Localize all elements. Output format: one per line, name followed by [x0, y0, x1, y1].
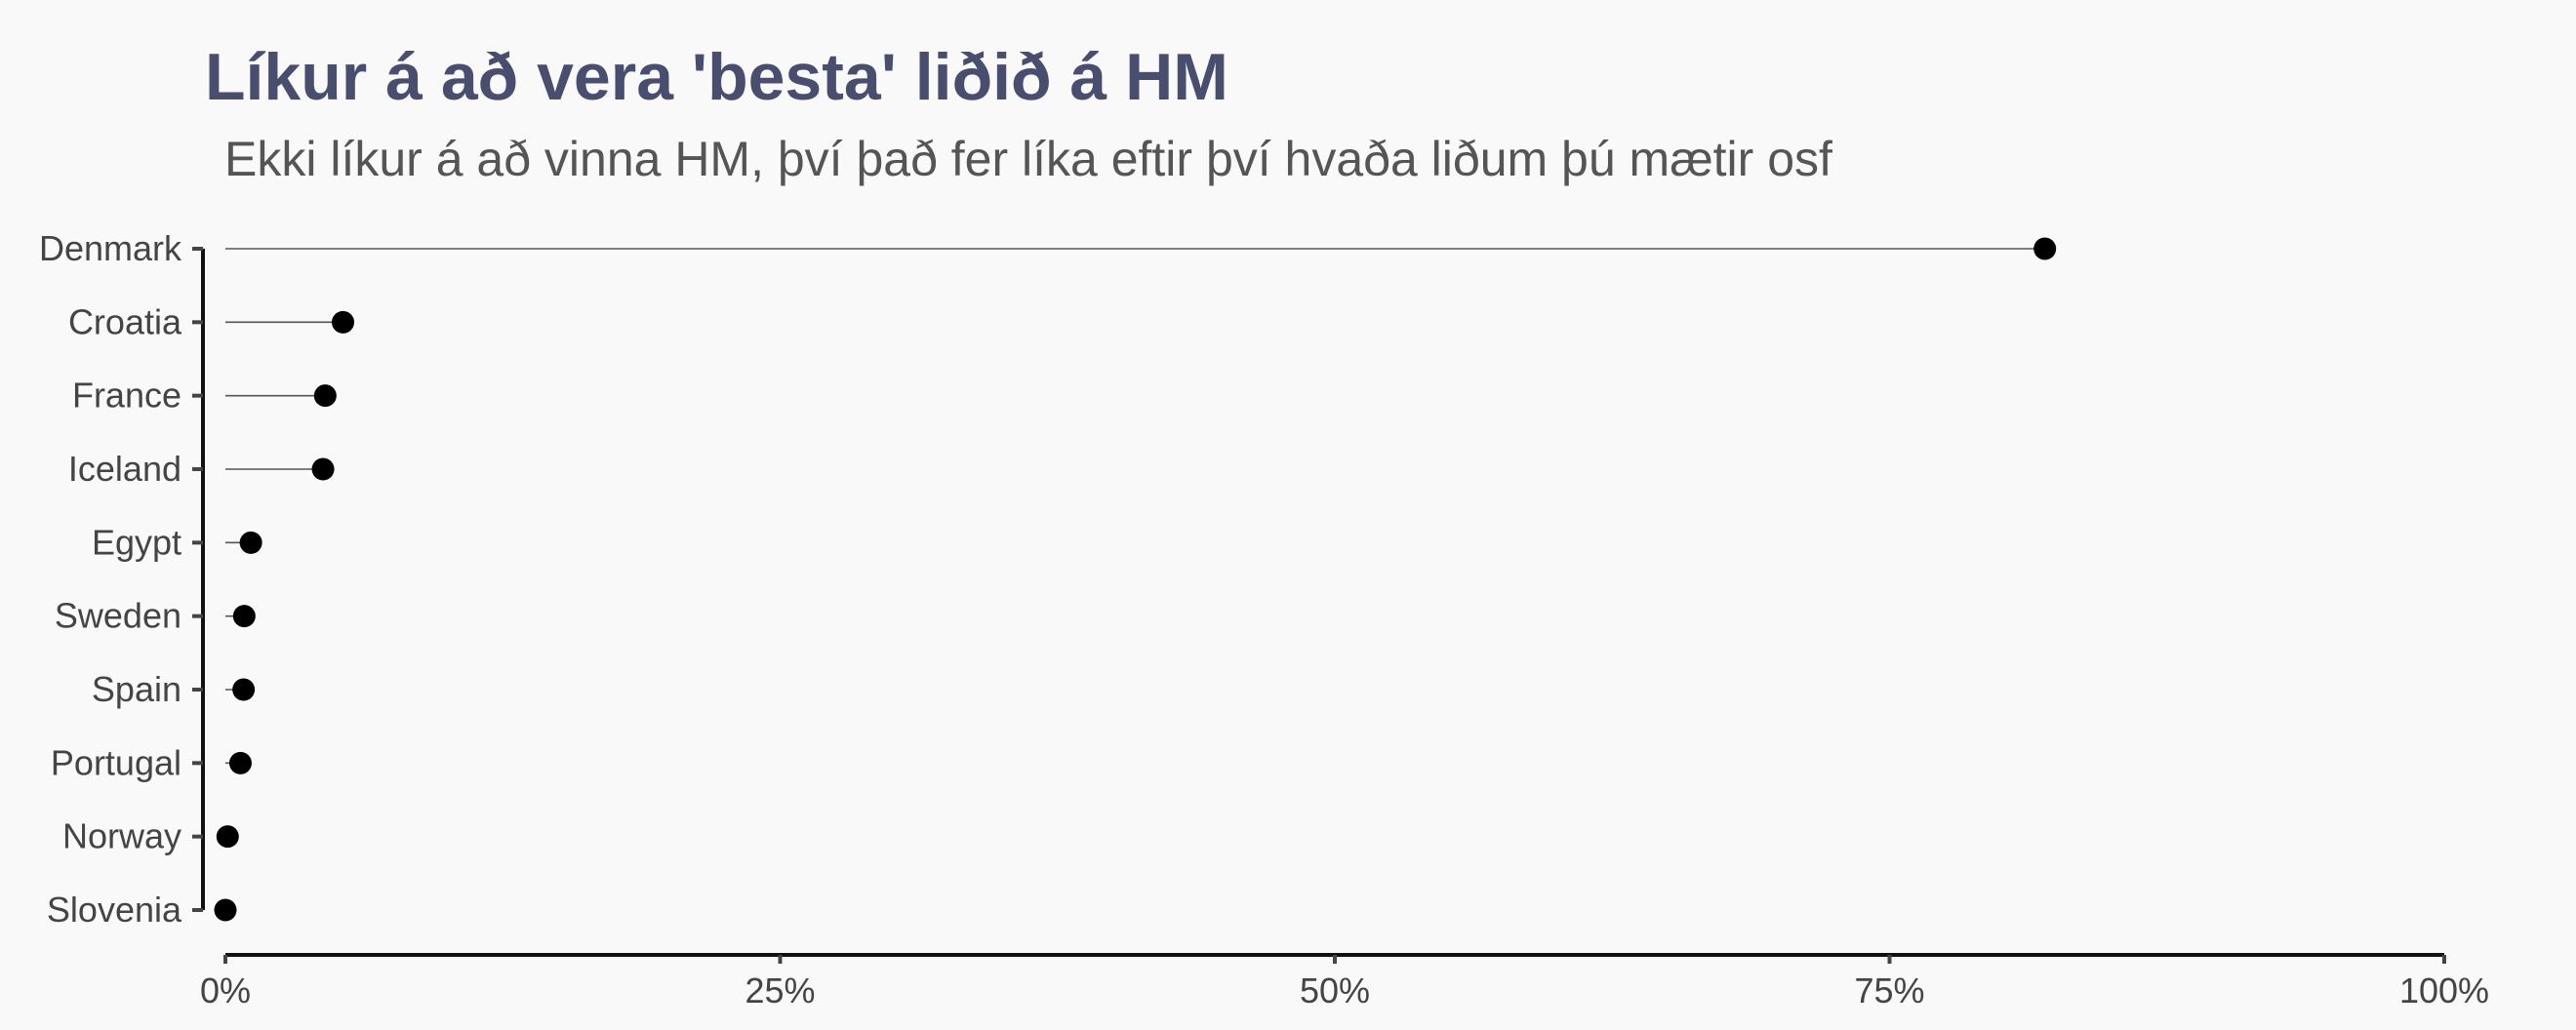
y-tick-label: Spain — [92, 669, 181, 709]
y-tick-label: Sweden — [55, 596, 181, 636]
chart-subtitle: Ekki líkur á að vinna HM, því það fer lí… — [224, 132, 1832, 186]
y-tick-label: Slovenia — [47, 890, 182, 930]
y-tick-label: Norway — [62, 816, 181, 856]
x-tick-label: 100% — [2399, 971, 2489, 1010]
x-tick-label: 50% — [1300, 971, 1370, 1010]
lollipop-point — [232, 678, 256, 701]
x-tick-label: 25% — [745, 971, 815, 1010]
lollipop-point — [239, 531, 262, 554]
lollipop-point — [228, 751, 252, 774]
lollipop-point — [332, 310, 355, 334]
y-tick-label: Croatia — [68, 301, 182, 341]
lollipop-point — [311, 457, 335, 481]
x-tick-label: 0% — [200, 971, 251, 1010]
lollipop-point — [2033, 237, 2057, 260]
lollipop-chart: Líkur á að vera 'besta' liðið á HM Ekki … — [39, 40, 2489, 1010]
chart-title: Líkur á að vera 'besta' liðið á HM — [205, 40, 1228, 114]
y-tick-label: Iceland — [68, 449, 181, 489]
y-tick-label: Denmark — [39, 228, 182, 268]
x-tick-label: 75% — [1854, 971, 1924, 1010]
y-tick-label: Egypt — [92, 522, 181, 562]
lollipop-point — [216, 825, 239, 849]
y-tick-label: France — [72, 376, 181, 416]
lollipop-point — [313, 384, 337, 408]
lollipop-point — [214, 898, 237, 922]
lollipop-point — [232, 605, 256, 628]
y-tick-label: Portugal — [51, 742, 181, 782]
